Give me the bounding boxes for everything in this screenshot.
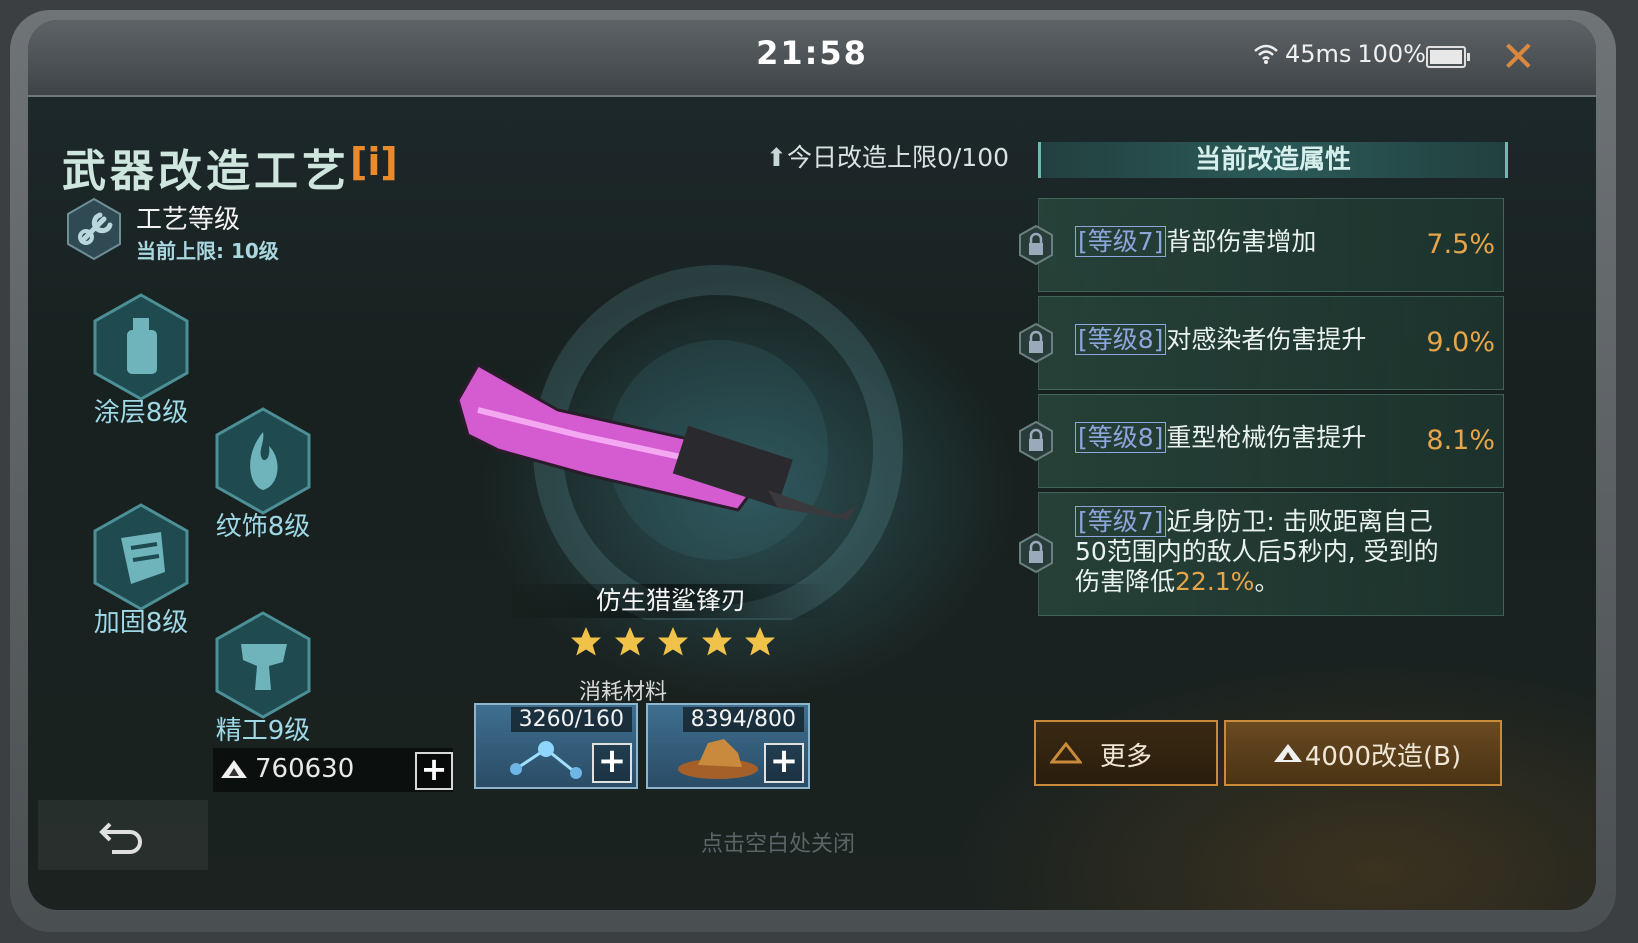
attr-desc: 近身防卫: 击败距离自己 (1166, 507, 1433, 536)
weapon-display (456, 265, 903, 620)
daily-limit: ⬆今日改造上限0/100 (766, 138, 1009, 174)
attr-text: [等级8] 重型枪械伤害提升 (1075, 422, 1367, 453)
mod-precision[interactable]: 精工9级 (208, 610, 318, 747)
ping-text: 45ms (1284, 40, 1352, 68)
battery-text: 100% (1357, 40, 1426, 68)
network-status: 45ms 100% (1253, 40, 1426, 68)
attr-text: [等级7] 背部伤害增加 (1075, 226, 1317, 257)
armor-plate-icon (93, 503, 189, 611)
craft-cap: 当前上限: 10级 (136, 239, 279, 263)
material-count: 3260/160 (510, 707, 632, 732)
attr-level: [等级8] (1075, 324, 1167, 355)
page-title: 武器改造工艺 (62, 146, 350, 197)
lock-icon (1019, 421, 1053, 461)
add-material-button[interactable]: + (764, 743, 804, 783)
modify-button[interactable]: 4000改造(B) (1224, 720, 1502, 786)
add-material-button[interactable]: + (592, 743, 632, 783)
attr-value: 9.0% (1426, 327, 1495, 358)
attr-row: [等级7] 近身防卫: 击败距离自己 50范围内的敌人后5秒内, 受到的 伤害降低… (1019, 492, 1504, 616)
battery-icon (1426, 46, 1470, 68)
attr-desc: 伤害降低 (1075, 567, 1176, 596)
daily-limit-text: 今日改造上限0/100 (786, 143, 1009, 172)
material-slot-2[interactable]: 8394/800 + (646, 703, 810, 789)
attr-desc: 对感染者伤害提升 (1166, 325, 1367, 354)
ore-pile-icon (678, 739, 758, 779)
currency-value: 760630 (255, 754, 355, 784)
wrench-gear-icon (67, 197, 121, 261)
star-icon (658, 627, 688, 656)
info-button[interactable]: [i] (350, 140, 398, 184)
attr-desc: 50范围内的敌人后5秒内, 受到的 (1075, 537, 1439, 566)
attr-level: [等级7] (1075, 506, 1167, 537)
lock-icon (1019, 533, 1053, 573)
triangle-token-icon (221, 760, 247, 778)
weapon-name: 仿生猎鲨锋刃 (506, 584, 836, 618)
modify-label: 4000改造(B) (1304, 742, 1462, 772)
attr-level: [等级7] (1075, 226, 1167, 257)
star-icon (701, 627, 732, 656)
more-button[interactable]: 更多 (1034, 720, 1218, 786)
mod-label: 加固8级 (93, 608, 189, 638)
attr-desc: 背部伤害增加 (1166, 227, 1317, 256)
lock-icon (1019, 323, 1053, 363)
star-icon (571, 627, 601, 656)
mod-label: 涂层8级 (93, 398, 189, 428)
up-arrow-icon: ⬆ (766, 143, 787, 172)
materials-title: 消耗材料 (578, 680, 667, 705)
status-bar: 21:58 45ms 100% ✕ (28, 20, 1596, 97)
attr-highlight: 22.1% (1175, 567, 1255, 596)
flame-emblem-icon (215, 407, 311, 515)
panel-title: 当前改造属性 (1038, 142, 1508, 178)
close-icon[interactable]: ✕ (1501, 32, 1536, 81)
attr-desc: 。 (1254, 567, 1280, 596)
material-count: 8394/800 (682, 707, 804, 732)
attr-text: [等级8] 对感染者伤害提升 (1075, 324, 1367, 355)
drill-icon (215, 611, 311, 719)
molecule-icon (510, 741, 582, 779)
material-slot-1[interactable]: 3260/160 + (474, 703, 638, 789)
add-currency-button[interactable]: + (415, 752, 453, 790)
star-icon (614, 627, 645, 656)
craft-level: 工艺等级 当前上限: 10级 (64, 195, 364, 265)
star-icon (745, 627, 775, 656)
star-rating (568, 624, 778, 664)
attr-desc: 重型枪械伤害提升 (1166, 423, 1367, 452)
lock-icon (1019, 225, 1053, 265)
mod-coating[interactable]: 涂层8级 (86, 292, 196, 429)
mod-label: 精工9级 (215, 716, 311, 746)
attr-value: 8.1% (1426, 425, 1495, 456)
currency-display: 760630 + (213, 748, 453, 792)
attr-level: [等级8] (1075, 422, 1167, 453)
attr-row: [等级7] 背部伤害增加 7.5% (1019, 198, 1504, 292)
wifi-icon (1254, 44, 1278, 64)
attr-value: 7.5% (1426, 229, 1495, 260)
mod-pattern[interactable]: 纹饰8级 (208, 406, 318, 543)
close-hint: 点击空白处关闭 (700, 832, 855, 857)
attr-row: [等级8] 重型枪械伤害提升 8.1% (1019, 394, 1504, 488)
spray-can-icon (93, 293, 189, 401)
more-label: 更多 (1099, 742, 1152, 772)
game-screen: 21:58 45ms 100% ✕ 武器改造工艺 [i] 工艺等级 当前上限: … (28, 20, 1596, 910)
mod-label: 纹饰8级 (215, 512, 311, 542)
mod-reinforce[interactable]: 加固8级 (86, 502, 196, 639)
craft-label: 工艺等级 (136, 205, 241, 235)
attr-text: [等级7] 近身防卫: 击败距离自己 50范围内的敌人后5秒内, 受到的 伤害降低… (1075, 506, 1439, 597)
attr-row: [等级8] 对感染者伤害提升 9.0% (1019, 296, 1504, 390)
